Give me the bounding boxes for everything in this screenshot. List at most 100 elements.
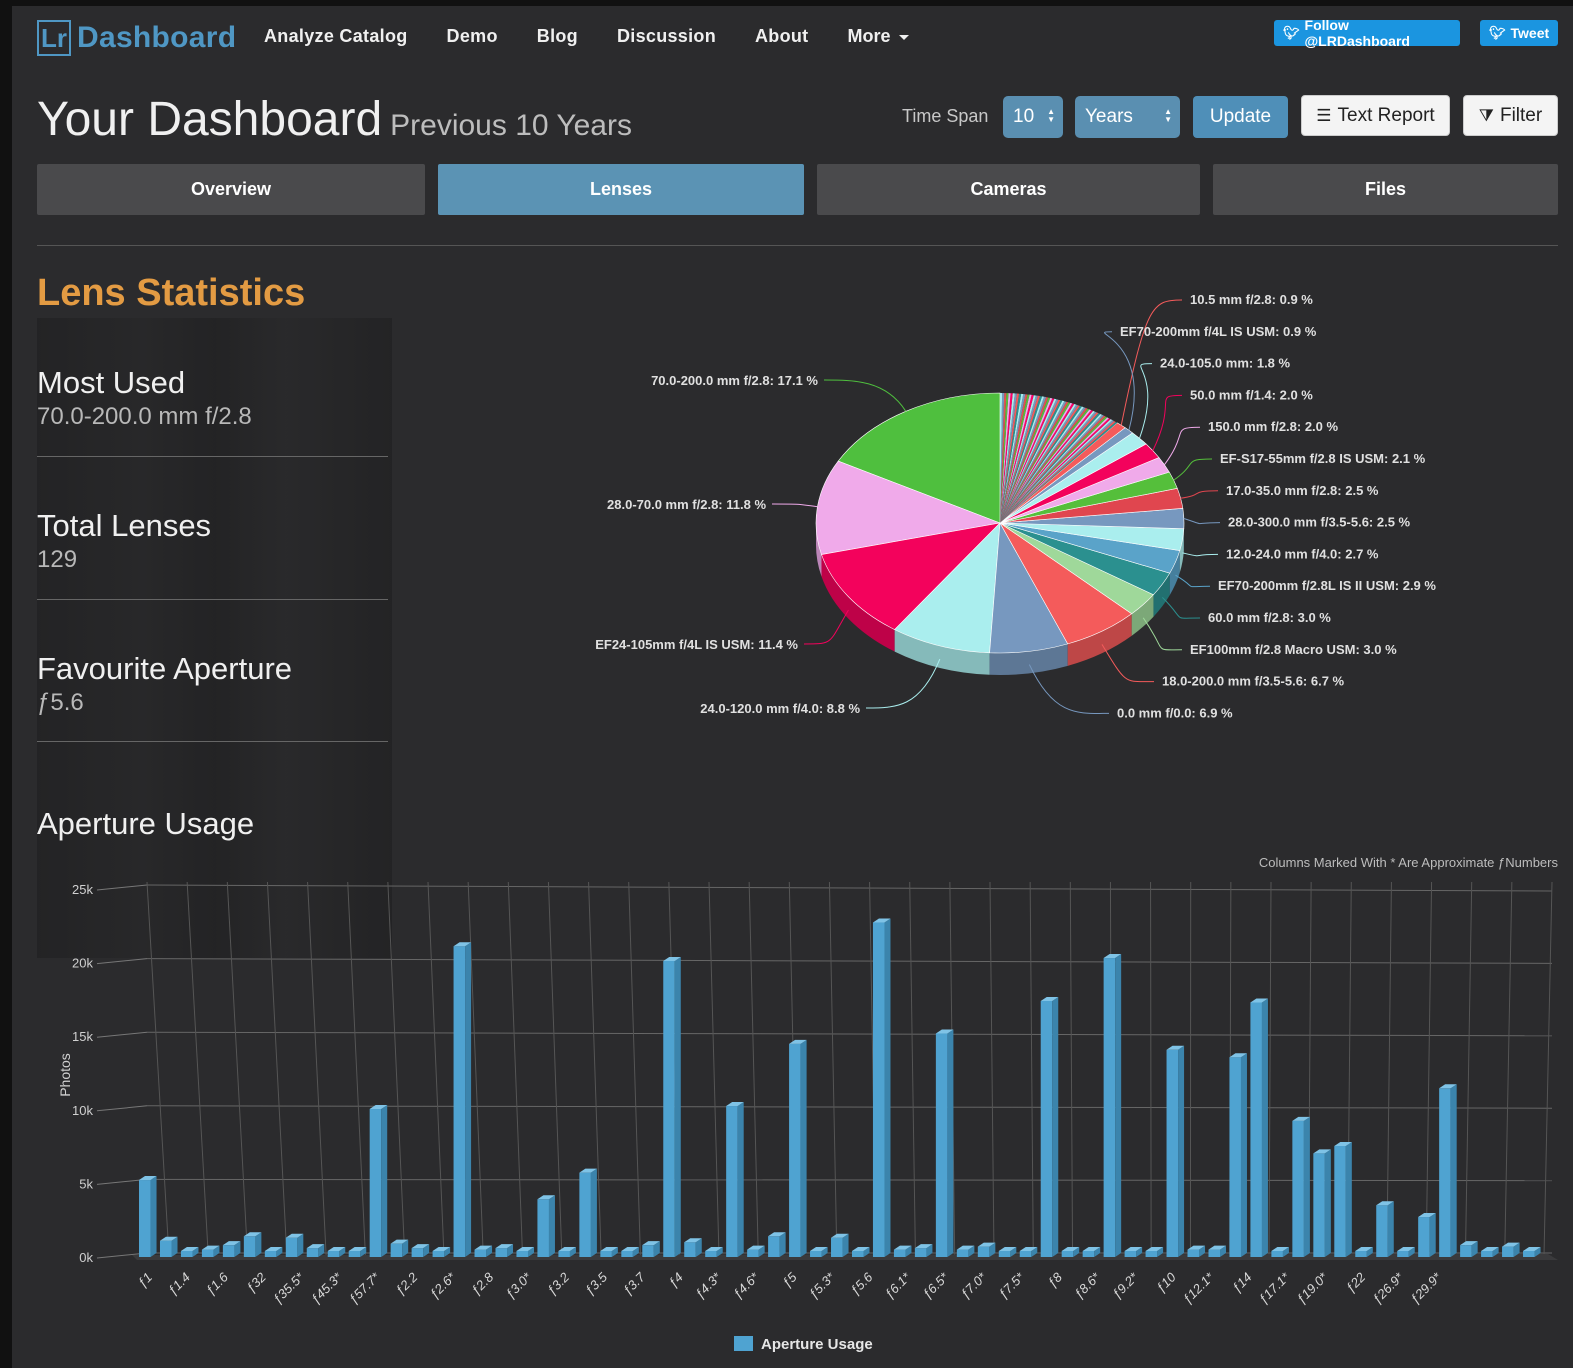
pie-connector [1183,518,1221,525]
bar[interactable] [327,1251,340,1257]
bar[interactable] [956,1249,969,1257]
pie-label: EF70-200mm f/4L IS USM: 0.9 % [1120,324,1317,339]
bar[interactable] [1229,1057,1241,1257]
bar[interactable] [1355,1251,1367,1257]
bar[interactable] [684,1242,696,1257]
bar[interactable] [1187,1249,1200,1257]
follow-twitter-button[interactable]: 🐦︎ Follow @LRDashboard [1274,17,1460,49]
bar[interactable] [1040,1000,1053,1257]
bar[interactable] [705,1251,717,1257]
bar[interactable] [1292,1120,1304,1257]
update-button[interactable]: Update [1193,96,1288,138]
bar[interactable] [935,1033,948,1257]
bar[interactable] [914,1248,927,1257]
bar-series [139,918,1541,1257]
bar[interactable] [998,1251,1011,1257]
bar[interactable] [1502,1246,1514,1257]
bar[interactable] [1481,1251,1493,1257]
bar[interactable] [810,1251,822,1257]
bar[interactable] [474,1249,487,1257]
bar[interactable] [1418,1217,1430,1257]
bar[interactable] [139,1180,151,1257]
bar[interactable] [558,1251,570,1257]
grid-vertical [1425,881,1433,1257]
bar[interactable] [621,1251,633,1257]
tab-cameras[interactable]: Cameras [817,164,1200,215]
bar-side [1115,954,1122,1257]
bar[interactable] [516,1251,528,1257]
bar[interactable] [306,1248,319,1257]
grid-tick [96,884,148,891]
nav-analyze-catalog[interactable]: Analyze Catalog [264,26,408,47]
bar[interactable] [1313,1153,1325,1257]
bar[interactable] [222,1245,235,1257]
bar[interactable] [243,1236,256,1257]
nav-about[interactable]: About [755,26,808,47]
tab-lenses[interactable]: Lenses [438,164,804,215]
pie-connector [823,379,907,412]
bar[interactable] [201,1249,214,1257]
bar[interactable] [1082,1251,1095,1257]
bar[interactable] [1250,1002,1262,1257]
bar[interactable] [180,1251,193,1257]
bar[interactable] [872,922,885,1257]
nav-blog[interactable]: Blog [537,26,578,47]
bar[interactable] [1397,1251,1409,1257]
x-tick-label: ƒ3.0* [502,1269,535,1302]
bar[interactable] [495,1248,508,1257]
x-tick-label: ƒ9.2* [1109,1269,1142,1302]
time-span-number-select[interactable]: 10 ▲ ▼ [1003,96,1063,138]
time-span-unit-select[interactable]: Years ▲ ▼ [1075,96,1180,138]
bar[interactable] [1166,1049,1179,1257]
bar[interactable] [453,946,466,1257]
filter-button[interactable]: ⧩ Filter [1463,95,1558,136]
bar[interactable] [537,1199,549,1257]
text-report-button[interactable]: ☰ Text Report [1301,95,1450,136]
bar[interactable] [851,1251,864,1257]
bar[interactable] [348,1251,361,1257]
bar[interactable] [789,1043,801,1257]
tweet-button[interactable]: 🐦︎ Tweet [1480,20,1558,46]
bar[interactable] [579,1172,591,1257]
bar[interactable] [1019,1251,1032,1257]
bar[interactable] [411,1248,424,1257]
bar[interactable] [264,1251,277,1257]
bar[interactable] [1103,958,1116,1257]
bar[interactable] [1439,1088,1451,1257]
bar[interactable] [1271,1251,1283,1257]
bar[interactable] [1061,1251,1074,1257]
bar[interactable] [1334,1146,1346,1257]
bar[interactable] [1460,1245,1472,1257]
nav-demo[interactable]: Demo [447,26,498,47]
bar[interactable] [159,1240,172,1257]
bar-side [1345,1142,1352,1257]
pie-label: 60.0 mm f/2.8: 3.0 % [1208,610,1331,625]
bar[interactable] [1523,1251,1535,1257]
bar[interactable] [600,1251,612,1257]
bar[interactable] [285,1237,298,1257]
bar[interactable] [432,1251,445,1257]
bar-side [1178,1045,1185,1257]
bar[interactable] [747,1249,759,1257]
bar[interactable] [1145,1251,1158,1257]
bar[interactable] [369,1109,382,1257]
chart-legend[interactable]: Aperture Usage [734,1336,873,1353]
time-span-number-value: 10 [1013,106,1035,127]
tab-files[interactable]: Files [1213,164,1558,215]
bar[interactable] [642,1245,654,1257]
bar[interactable] [1124,1251,1137,1257]
bar[interactable] [390,1243,403,1257]
bar[interactable] [831,1237,843,1257]
brand-logo[interactable]: Lr Dashboard [37,18,236,58]
nav-more[interactable]: More [847,26,909,47]
bar[interactable] [1376,1205,1388,1257]
nav-discussion[interactable]: Discussion [617,26,716,47]
bar[interactable] [977,1246,990,1257]
grid-vertical [1029,881,1034,1257]
bar[interactable] [1208,1249,1221,1257]
bar[interactable] [663,961,675,1257]
tab-overview[interactable]: Overview [37,164,425,215]
bar[interactable] [893,1249,906,1257]
bar[interactable] [726,1106,738,1257]
bar[interactable] [768,1236,780,1257]
